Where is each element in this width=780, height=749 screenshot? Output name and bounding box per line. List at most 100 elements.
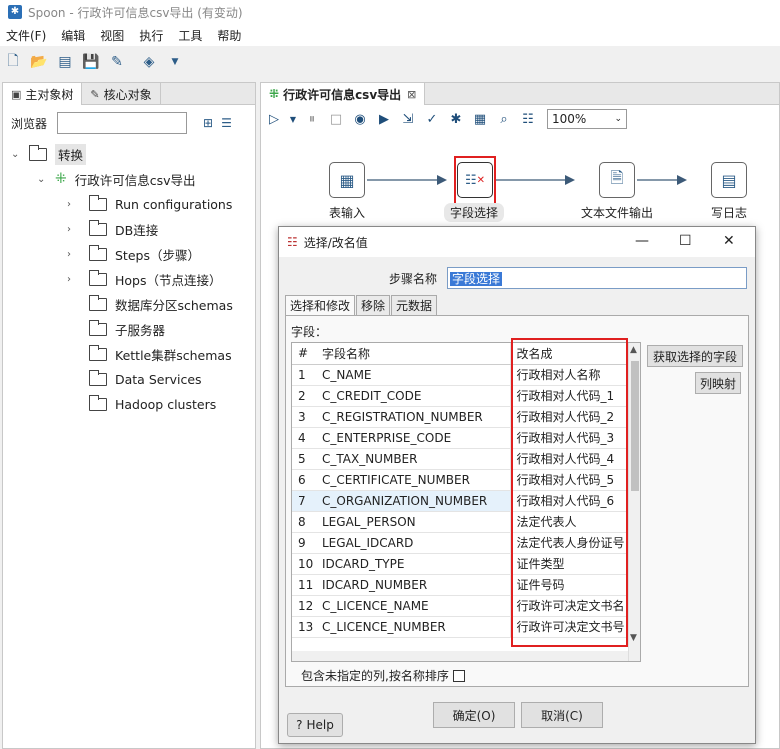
field-name[interactable]: IDCARD_TYPE <box>314 553 511 575</box>
spoon-logo-icon: ✱ <box>8 5 22 19</box>
chevron-down-icon[interactable]: ▼ <box>166 53 184 71</box>
write-log-step-icon[interactable]: ▤ <box>711 162 747 198</box>
tree-icon: ▣ <box>11 87 22 101</box>
folder-icon <box>89 369 107 386</box>
field-name[interactable]: C_LICENCE_NUMBER <box>314 616 511 638</box>
tree-transform[interactable]: ⌄ ⁜ 行政许可信息csv导出 <box>37 168 196 190</box>
dialog-tabs: 选择和修改 移除 元数据 <box>285 295 438 315</box>
folder-icon <box>89 394 107 411</box>
row-index: 13 <box>292 616 314 638</box>
field-name[interactable]: C_TAX_NUMBER <box>314 448 511 470</box>
dialog-titlebar: ☷ 选择/改名值 — ☐ ✕ <box>279 227 755 257</box>
field-name[interactable]: C_LICENCE_NAME <box>314 595 511 617</box>
text-file-output-step-icon[interactable]: 🗎 <box>599 162 635 198</box>
window-title: Spoon - 行政许可信息csv导出 (有变动) <box>28 5 243 20</box>
tree-item[interactable]: › Hops（节点连接） <box>67 268 222 290</box>
vertical-scrollbar[interactable]: ▲ ▼ <box>628 343 640 661</box>
chevron-right-icon[interactable]: › <box>67 224 81 235</box>
tab-main-tree[interactable]: ▣ 主对象树 <box>3 83 83 105</box>
scroll-thumb[interactable] <box>631 361 639 491</box>
tree-item[interactable]: › Steps（步骤） <box>67 243 200 265</box>
step-label: 表输入 <box>329 206 366 220</box>
tree-item[interactable]: › Run configurations <box>67 193 232 215</box>
field-name[interactable]: IDCARD_NUMBER <box>314 574 511 596</box>
menu-edit[interactable]: 编辑 <box>61 27 85 44</box>
chevron-right-icon[interactable]: › <box>67 199 81 210</box>
tree-item[interactable]: Hadoop clusters <box>81 393 216 415</box>
tree-item[interactable]: 数据库分区schemas <box>81 293 233 315</box>
menu-help[interactable]: 帮助 <box>217 27 241 44</box>
fields-label: 字段： <box>291 325 328 339</box>
menu-file[interactable]: 文件(F) <box>6 27 46 44</box>
row-index: 9 <box>292 532 314 554</box>
select-values-step-icon[interactable]: ☷ ✕ <box>457 162 493 198</box>
tree-item[interactable]: 子服务器 <box>81 318 165 340</box>
tree-item-label: Run configurations <box>115 196 233 212</box>
chevron-up-icon[interactable]: ▲ <box>630 345 637 355</box>
tree-root[interactable]: ⌄ 转换 <box>11 143 87 165</box>
menu-view[interactable]: 视图 <box>100 27 124 44</box>
field-name[interactable]: C_ORGANIZATION_NUMBER <box>314 490 511 512</box>
chevron-right-icon[interactable]: › <box>67 274 81 285</box>
field-name[interactable]: C_CERTIFICATE_NUMBER <box>314 469 511 491</box>
tree-item[interactable]: Kettle集群schemas <box>81 343 232 365</box>
tab-metadata[interactable]: 元数据 <box>391 295 438 315</box>
left-panel: ▣ 主对象树 ✎ 核心对象 浏览器 ⊞ ☰ ⌄ 转换 ⌄ ⁜ 行政许可信息csv导出… <box>2 82 256 749</box>
chevron-right-icon[interactable]: › <box>67 249 81 260</box>
field-name[interactable]: C_ENTERPRISE_CODE <box>314 427 511 449</box>
help-icon: ? <box>296 718 303 732</box>
layers-icon[interactable]: ◈ <box>140 53 158 71</box>
open-folder-icon[interactable]: 📂 <box>30 53 48 71</box>
tree-item[interactable]: › DB连接 <box>67 218 158 240</box>
col-fieldname[interactable]: 字段名称 <box>314 343 511 365</box>
step-name-input[interactable]: 字段选择 <box>447 267 747 289</box>
horizontal-scrollbar[interactable] <box>292 651 628 661</box>
field-name[interactable]: C_NAME <box>314 364 511 386</box>
menu-tools[interactable]: 工具 <box>178 27 202 44</box>
tree-item[interactable]: Data Services <box>81 368 202 390</box>
minimize-icon[interactable]: — <box>635 233 649 249</box>
table-input-step-icon[interactable]: ▦ <box>329 162 365 198</box>
folder-icon <box>89 269 107 286</box>
chevron-down-icon[interactable]: ⌄ <box>11 149 25 160</box>
cancel-button[interactable]: 取消(C) <box>521 702 603 728</box>
tree-transform-label: 行政许可信息csv导出 <box>74 172 196 188</box>
field-name[interactable]: C_REGISTRATION_NUMBER <box>314 406 511 428</box>
browser-search-input[interactable] <box>57 112 188 134</box>
tab-core-objects[interactable]: ✎ 核心对象 <box>82 83 161 105</box>
rename-column-highlight <box>511 338 628 647</box>
row-index: 8 <box>292 511 314 533</box>
save-icon[interactable]: 💾 <box>82 53 100 71</box>
menu-run[interactable]: 执行 <box>139 27 163 44</box>
get-fields-button[interactable]: 获取选择的字段 <box>647 345 743 367</box>
row-index: 5 <box>292 448 314 470</box>
chevron-down-icon[interactable]: ▼ <box>630 633 637 643</box>
field-name[interactable]: LEGAL_PERSON <box>314 511 511 533</box>
expand-tree-icon[interactable]: ☰ <box>221 116 232 130</box>
help-button[interactable]: ? Help <box>287 713 343 737</box>
mapping-button[interactable]: 列映射 <box>695 372 741 394</box>
tree-item-label: Steps（步骤） <box>115 247 200 263</box>
close-icon[interactable]: ✕ <box>723 233 735 249</box>
step-label: 文本文件输出 <box>581 206 654 220</box>
transform-icon: ⁜ <box>55 171 67 187</box>
select-values-dialog: ☷ 选择/改名值 — ☐ ✕ 步骤名称 字段选择 选择和修改 移除 元数据 字段… <box>278 226 756 744</box>
include-unspecified-label: 包含未指定的列,按名称排序 <box>301 669 449 683</box>
chevron-down-icon[interactable]: ⌄ <box>37 174 51 185</box>
maximize-icon[interactable]: ☐ <box>679 233 692 249</box>
col-index[interactable]: # <box>292 343 314 365</box>
save-as-icon[interactable]: ✎ <box>108 53 126 71</box>
tab-remove[interactable]: 移除 <box>356 295 391 315</box>
new-file-icon[interactable]: 🗋 <box>4 53 22 71</box>
row-index: 7 <box>292 490 314 512</box>
field-name[interactable]: C_CREDIT_CODE <box>314 385 511 407</box>
row-index: 1 <box>292 364 314 386</box>
collapse-tree-icon[interactable]: ⊞ <box>203 116 213 130</box>
explore-repository-icon[interactable]: ▤ <box>56 53 74 71</box>
browser-label: 浏览器 <box>11 116 48 131</box>
include-unspecified-checkbox[interactable] <box>452 669 465 682</box>
tab-select-modify[interactable]: 选择和修改 <box>285 295 356 315</box>
field-name[interactable]: LEGAL_IDCARD <box>314 532 511 554</box>
main-toolbar: 🗋 📂 ▤ 💾 ✎ ◈ ▼ <box>0 48 780 76</box>
ok-button[interactable]: 确定(O) <box>433 702 515 728</box>
